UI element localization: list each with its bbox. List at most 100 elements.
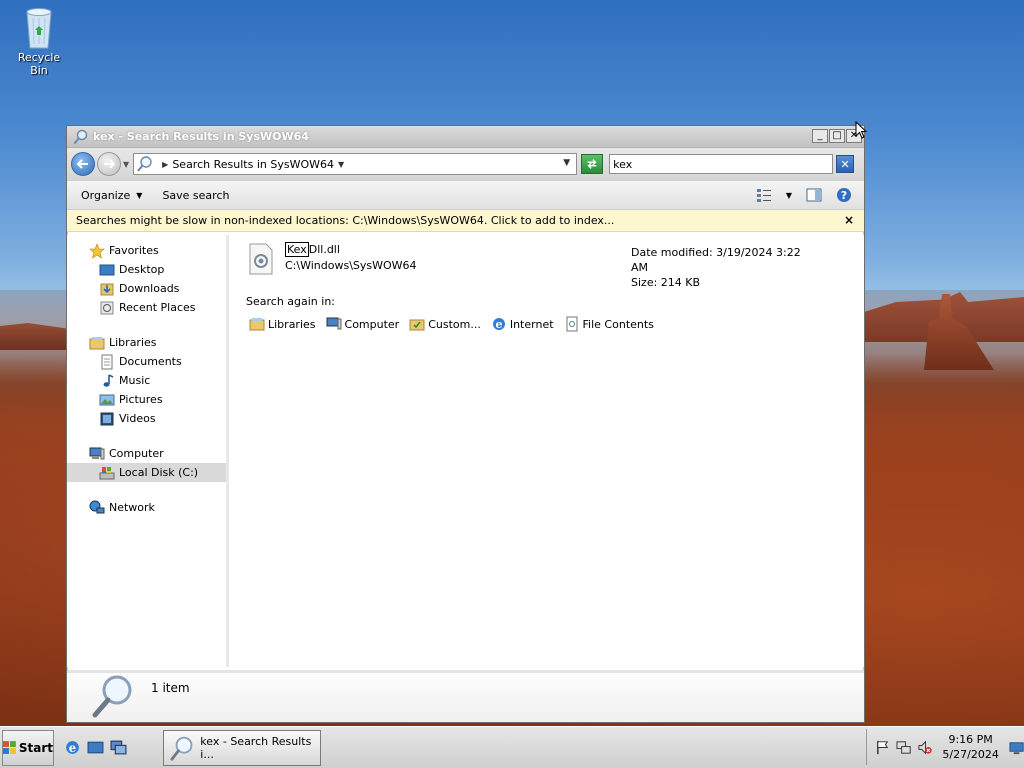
computer-icon (89, 447, 105, 459)
search-clear-button[interactable]: ✕ (836, 155, 855, 173)
details-pane: 1 item (67, 670, 864, 722)
recycle-bin-icon (22, 6, 56, 49)
search-again-file-contents[interactable]: File Contents (564, 316, 654, 332)
back-button[interactable] (71, 152, 95, 176)
local-disk-icon (99, 466, 115, 479)
result-file-name[interactable]: Kex Dll.dll (285, 242, 417, 257)
nav-item-favorites[interactable]: Favorites (67, 241, 226, 260)
refresh-button[interactable] (581, 154, 604, 174)
nav-item-recent-places[interactable]: Recent Places (67, 298, 226, 317)
forward-button[interactable] (97, 152, 121, 176)
search-again-label-text: Libraries (268, 317, 316, 331)
taskbar-button-explorer[interactable]: kex - Search Results i... (163, 729, 321, 766)
nav-item-desktop[interactable]: Desktop (67, 260, 226, 279)
internet-explorer-icon[interactable]: e (64, 739, 81, 756)
recent-pages-chevron-down-icon[interactable]: ▼ (123, 160, 129, 169)
search-again-libraries[interactable]: Libraries (249, 316, 316, 332)
item-count: 1 item (151, 681, 190, 695)
back-arrow-icon (76, 159, 88, 169)
recycle-bin-label: Recycle Bin (17, 51, 61, 77)
nav-group-computer: Computer Local Disk (C:) (67, 444, 226, 482)
nav-item-documents[interactable]: Documents (67, 352, 226, 371)
explorer-window: kex - Search Results in SysWOW64 _ □ ✕ ▼… (66, 125, 865, 723)
nav-item-local-disk-c[interactable]: Local Disk (C:) (67, 463, 226, 482)
nav-item-network[interactable]: Network (67, 498, 226, 517)
network-tray-icon[interactable] (896, 739, 911, 756)
custom-folder-icon (409, 319, 425, 331)
address-history-chevron-down-icon[interactable]: ▼ (563, 158, 570, 168)
file-contents-icon (566, 316, 578, 332)
forward-arrow-icon (104, 159, 116, 169)
nav-item-libraries[interactable]: Libraries (67, 333, 226, 352)
views-chevron-down-icon[interactable]: ▼ (786, 191, 792, 200)
nav-item-videos[interactable]: Videos (67, 409, 226, 428)
windows-logo-icon (3, 740, 16, 754)
breadcrumb-chevron-down-icon[interactable]: ▼ (338, 160, 344, 169)
infobar-close-icon[interactable]: × (844, 213, 854, 227)
nav-item-pictures[interactable]: Pictures (67, 390, 226, 409)
search-result-item[interactable]: Kex Dll.dll C:\Windows\SysWOW64 Date modi… (247, 242, 807, 289)
libraries-icon (249, 318, 265, 331)
recycle-bin-shortcut[interactable]: Recycle Bin (8, 6, 70, 77)
mouse-cursor-icon (855, 121, 867, 139)
nav-item-downloads[interactable]: Downloads (67, 279, 226, 298)
results-pane: Kex Dll.dll C:\Windows\SysWOW64 Date modi… (229, 235, 864, 667)
show-desktop-icon[interactable] (87, 739, 104, 756)
search-again-computer[interactable]: Computer (326, 316, 400, 332)
minimize-button[interactable]: _ (812, 129, 828, 143)
desktop-icon (99, 264, 115, 275)
title-bar[interactable]: kex - Search Results in SysWOW64 _ □ ✕ (67, 126, 864, 148)
help-icon[interactable]: ? (836, 187, 852, 203)
pictures-icon (99, 394, 115, 405)
result-name-highlight: Kex (285, 242, 309, 257)
result-name-rest: Dll.dll (308, 243, 340, 256)
star-icon (89, 242, 105, 259)
nav-group-favorites: Favorites Desktop Downloads Recent Place… (67, 241, 226, 317)
search-folder-icon (170, 736, 193, 761)
search-folder-icon (73, 129, 88, 144)
nav-label: Computer (109, 447, 164, 460)
save-search-button[interactable]: Save search (162, 189, 229, 202)
music-icon (103, 373, 114, 387)
address-bar[interactable]: ▶ Search Results in SysWOW64 ▼ ▼ (133, 153, 578, 175)
search-again-options: Libraries Computer Custom... e Internet … (249, 316, 654, 332)
search-again-label-text: Custom... (428, 317, 481, 331)
nav-label: Favorites (109, 244, 159, 257)
views-icon[interactable] (756, 187, 772, 203)
nav-label: Network (109, 501, 155, 514)
index-warning-infobar[interactable]: Searches might be slow in non-indexed lo… (67, 210, 864, 232)
svg-text:e: e (495, 318, 502, 331)
result-date-modified: Date modified: 3/19/2024 3:22 AM (631, 246, 801, 274)
maximize-button[interactable]: □ (829, 129, 845, 143)
show-desktop-tray-icon[interactable] (1009, 739, 1024, 756)
breadcrumb-search-results[interactable]: Search Results in SysWOW64 (172, 158, 334, 171)
nav-item-computer[interactable]: Computer (67, 444, 226, 463)
start-button[interactable]: Start (2, 729, 54, 766)
nav-group-network: Network (67, 498, 226, 517)
action-center-flag-icon[interactable] (875, 739, 890, 756)
infobar-message: Searches might be slow in non-indexed lo… (76, 214, 615, 227)
preview-pane-icon[interactable] (806, 187, 822, 203)
search-again-custom[interactable]: Custom... (409, 316, 481, 332)
volume-muted-icon[interactable] (917, 739, 932, 756)
save-search-label: Save search (162, 188, 230, 202)
clock-date: 5/27/2024 (942, 748, 999, 761)
clock[interactable]: 9:16 PM 5/27/2024 (942, 732, 998, 762)
organize-button[interactable]: Organize ▼ (81, 189, 142, 202)
organize-label: Organize (81, 188, 131, 202)
search-again-internet[interactable]: e Internet (491, 316, 554, 332)
quick-launch: e (64, 739, 127, 756)
clock-time: 9:16 PM (948, 733, 993, 746)
result-metadata: Date modified: 3/19/2024 3:22 AM Size: 2… (631, 245, 807, 290)
content-area: Favorites Desktop Downloads Recent Place… (67, 235, 864, 667)
search-again-label-text: Computer (344, 317, 400, 331)
navigation-pane: Favorites Desktop Downloads Recent Place… (67, 235, 229, 667)
close-icon: ✕ (840, 157, 850, 171)
breadcrumb-separator-icon[interactable]: ▶ (162, 160, 168, 169)
nav-item-music[interactable]: Music (67, 371, 226, 390)
nav-label: Videos (119, 412, 156, 425)
refresh-icon (587, 159, 597, 169)
switch-windows-icon[interactable] (110, 739, 127, 756)
search-input[interactable]: kex (609, 154, 834, 174)
taskbar: Start e kex - Search Results i... 9:16 P… (0, 726, 1024, 768)
